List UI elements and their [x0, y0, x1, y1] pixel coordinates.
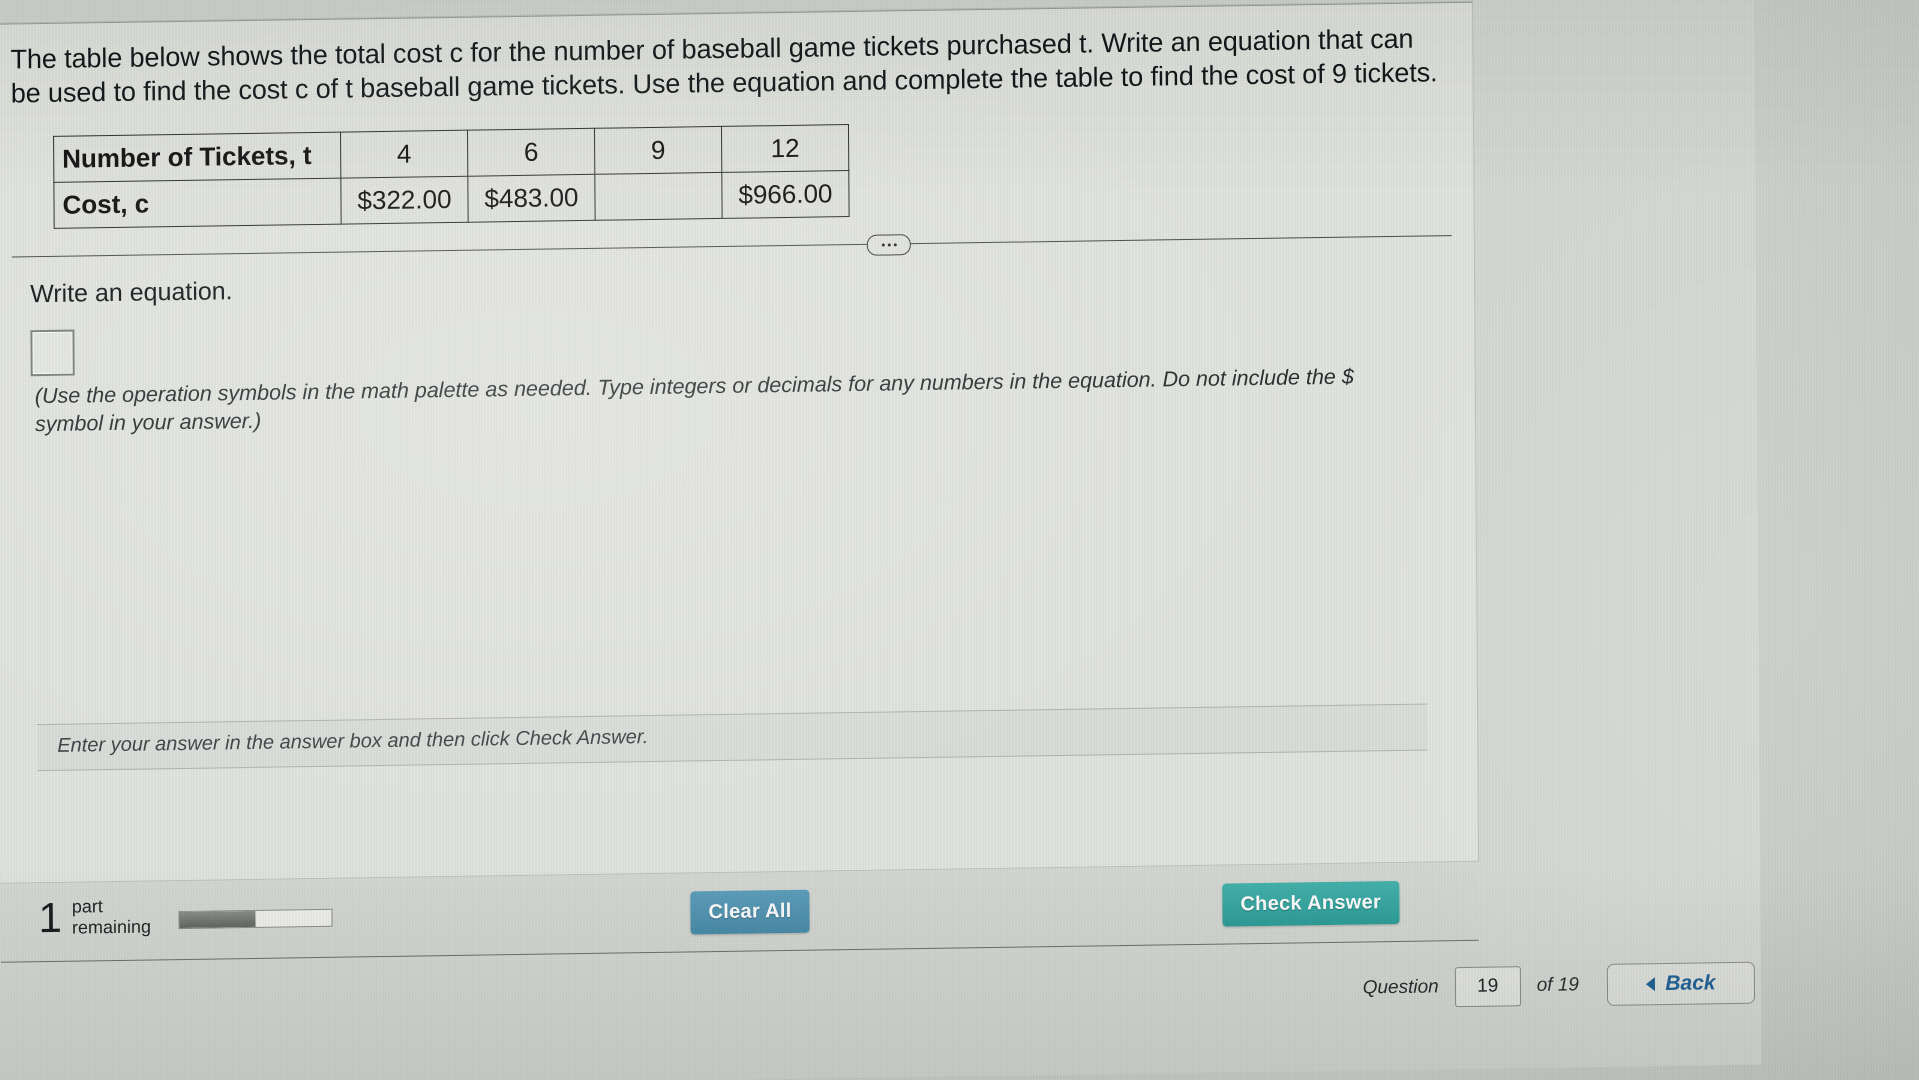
section-divider [11, 225, 1452, 266]
row-header-cost: Cost, c [53, 178, 342, 229]
footer-instruction: Enter your answer in the answer box and … [37, 703, 1428, 772]
ellipsis-expand-icon[interactable] [866, 234, 911, 256]
progress-fill [179, 910, 256, 929]
divider-line [11, 235, 1452, 258]
tickets-cell-2: 9 [594, 126, 722, 175]
parts-label-line1: part [71, 896, 103, 917]
question-total: of 19 [1536, 974, 1580, 996]
tickets-cell-0: 4 [340, 130, 468, 179]
back-button[interactable]: Back [1606, 961, 1756, 1006]
answer-hint: (Use the operation symbols in the math p… [34, 364, 1354, 437]
sub-prompt: Write an equation. [30, 277, 233, 309]
screen-photo: Question Help The table below shows the … [0, 0, 1919, 1080]
parts-label-line2: remaining [71, 916, 152, 938]
question-word: Question [1362, 976, 1439, 999]
tickets-cell-1: 6 [467, 128, 595, 177]
app-screen: Question Help The table below shows the … [0, 0, 1762, 1080]
dot [893, 243, 897, 247]
ticket-cost-table: Number of Tickets, t 4 6 9 12 Cost, c $3… [53, 124, 850, 229]
chevron-left-icon [1646, 977, 1656, 992]
parts-count: 1 [38, 893, 63, 942]
cost-cell-0: $322.00 [340, 176, 469, 225]
exercise-panel: The table below shows the total cost c f… [0, 1, 1479, 883]
parts-remaining: 1 part remaining [38, 893, 151, 942]
cost-cell-3: $966.00 [721, 170, 850, 219]
cost-cell-2[interactable] [594, 172, 723, 221]
dot [887, 243, 891, 247]
question-navbar: Question 19 of 19 Back [0, 952, 1761, 1040]
question-number-input[interactable]: 19 [1454, 966, 1521, 1008]
dot [881, 243, 885, 247]
progress-bar [178, 908, 333, 930]
question-prompt: The table below shows the total cost c f… [10, 23, 1438, 109]
parts-label: part remaining [72, 895, 151, 938]
tickets-cell-3: 12 [721, 124, 849, 173]
back-button-label: Back [1665, 971, 1716, 996]
clear-all-button[interactable]: Clear All [690, 889, 810, 935]
answer-input[interactable] [30, 329, 75, 377]
row-header-tickets: Number of Tickets, t [53, 132, 341, 183]
cost-cell-1: $483.00 [467, 174, 596, 223]
check-answer-button[interactable]: Check Answer [1222, 880, 1400, 927]
